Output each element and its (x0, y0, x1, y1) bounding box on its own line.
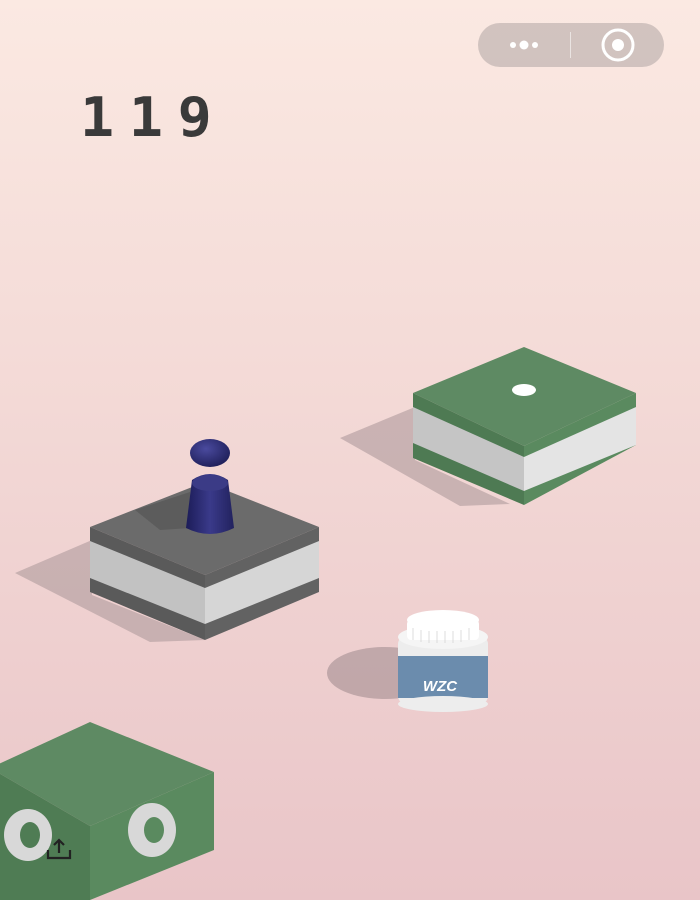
player-piece (186, 439, 234, 534)
target-dot (512, 384, 536, 396)
mini-program-capsule (478, 23, 664, 67)
more-button[interactable] (478, 23, 570, 67)
capsule-divider (570, 32, 571, 58)
player-head (190, 439, 230, 467)
ring-decoration (4, 809, 52, 861)
more-dots-icon (510, 40, 538, 50)
target-circle-icon (601, 28, 635, 62)
wzc-jar[interactable]: WZC (398, 610, 488, 712)
ring-decoration (128, 803, 176, 857)
score-counter: 119 (80, 86, 227, 149)
jar-label-text: WZC (423, 678, 458, 695)
green-block-bottom[interactable] (0, 722, 214, 900)
close-button[interactable] (572, 23, 664, 67)
